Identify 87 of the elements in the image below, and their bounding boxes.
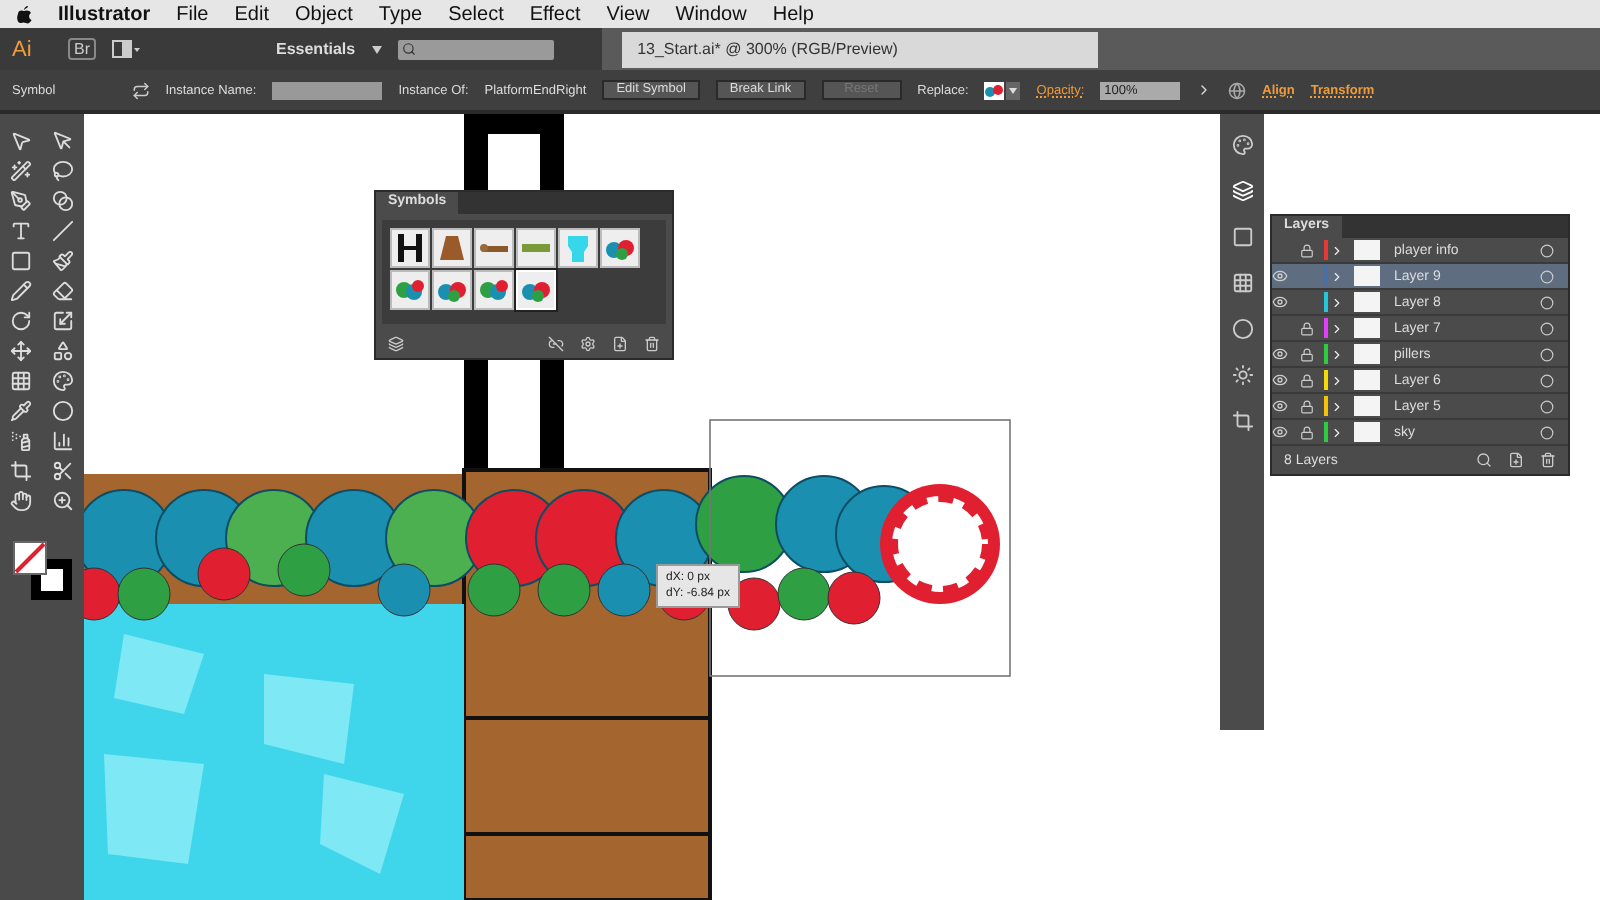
palette-icon[interactable] [1231,134,1253,156]
globe-icon[interactable] [1228,81,1247,99]
sun-icon[interactable] [1231,364,1253,386]
layers-icon[interactable] [1231,180,1253,202]
layer-thumbnail [1354,344,1380,364]
layer-thumbnail [1354,396,1380,416]
symbol-thumbnail[interactable] [516,228,556,268]
mesh-tool-icon[interactable] [10,370,32,392]
graph-tool-icon[interactable] [52,430,74,452]
search-icon [401,42,416,56]
instance-name-field[interactable] [272,81,383,99]
eraser-tool-icon[interactable] [52,280,74,302]
symbol-thumbnail[interactable] [474,228,514,268]
direct-selection-tool-icon[interactable] [52,130,74,152]
crop-icon[interactable] [1231,410,1253,432]
symbol-thumbnail[interactable] [432,270,472,310]
circle-icon[interactable] [1231,318,1253,340]
selection-tool-icon[interactable] [10,130,32,152]
layer-thumbnail [1354,266,1380,286]
type-tool-icon[interactable] [10,220,32,242]
shape-builder-tool-icon[interactable] [52,340,74,362]
layer-thumbnail [1354,422,1380,442]
lock-icon[interactable] [1300,347,1314,361]
layer-thumbnail [1354,318,1380,338]
app-logo: Ai [12,37,34,61]
menu-item[interactable]: Effect [529,3,581,25]
eye-icon[interactable] [1272,372,1288,388]
pen-tool-icon[interactable] [10,190,32,212]
menu-item[interactable]: Edit [234,3,269,25]
rotate-tool-icon[interactable] [10,310,32,332]
line-tool-icon[interactable] [52,220,74,242]
bridge-button[interactable]: Br [68,38,96,60]
zoom-tool-icon[interactable] [52,490,74,512]
square-icon[interactable] [1231,226,1253,248]
eye-icon[interactable] [1272,346,1288,362]
layer-thumbnail [1354,370,1380,390]
layer-thumbnail [1354,292,1380,312]
eye-icon[interactable] [1272,268,1288,284]
eye-icon[interactable] [1272,294,1288,310]
menu-item[interactable]: Illustrator [58,3,151,25]
menu-item[interactable]: Window [675,3,747,25]
magic-wand-tool-icon[interactable] [10,160,32,182]
delete-icon[interactable] [1540,452,1556,468]
symbol-thumbnail[interactable] [432,228,472,268]
symbol-thumbnail[interactable] [390,228,430,268]
paintbrush-tool-icon[interactable] [52,250,74,272]
new-layer-icon[interactable] [1508,452,1524,468]
pencil-tool-icon[interactable] [10,280,32,302]
symbol-thumbnail[interactable] [558,228,598,268]
eyedropper-tool-icon[interactable] [10,400,32,422]
grid-icon[interactable] [1231,272,1253,294]
apple-logo-icon[interactable] [16,5,32,23]
workspace-switcher[interactable]: Essentials [276,40,356,58]
eye-icon[interactable] [1272,398,1288,414]
hand-tool-icon[interactable] [10,490,32,512]
symbol-swatch-dropdown[interactable] [984,81,1021,99]
document-tab[interactable]: 13_Start.ai* @ 300% (RGB/Preview) [621,31,1098,67]
scale-tool-icon[interactable] [52,310,74,332]
search-field[interactable] [397,39,554,59]
new-symbol-icon[interactable] [612,336,628,352]
lock-icon[interactable] [1300,373,1314,387]
menu-item[interactable]: View [606,3,650,25]
lock-icon[interactable] [1300,425,1314,439]
search-icon[interactable] [1476,452,1492,468]
delete-icon[interactable] [644,336,660,352]
menu-item[interactable]: Type [378,3,423,25]
menu-item[interactable]: File [176,3,209,25]
menu-item[interactable]: Select [448,3,504,25]
menu-item[interactable]: Object [294,3,353,25]
menu-item[interactable]: Help [772,3,814,25]
break-link-icon[interactable] [548,336,564,352]
lock-icon[interactable] [1300,243,1314,257]
lasso-tool-icon[interactable] [52,160,74,182]
options-icon[interactable] [580,336,596,352]
lock-icon[interactable] [1300,321,1314,335]
symbol-thumbnail[interactable] [474,270,514,310]
symbol-libraries-icon[interactable] [388,336,404,352]
symbol-thumbnail[interactable] [390,270,430,310]
symbol-icon [131,81,150,99]
symbol-thumbnail[interactable] [600,228,640,268]
rectangle-tool-icon[interactable] [10,250,32,272]
lock-icon[interactable] [1300,399,1314,413]
fill-stroke-swatches-icon[interactable] [12,540,72,600]
eye-icon[interactable] [1272,424,1288,440]
arrange-documents-icon[interactable] [112,40,140,58]
caret-icon[interactable] [371,45,382,53]
layer-thumbnail [1354,240,1380,260]
